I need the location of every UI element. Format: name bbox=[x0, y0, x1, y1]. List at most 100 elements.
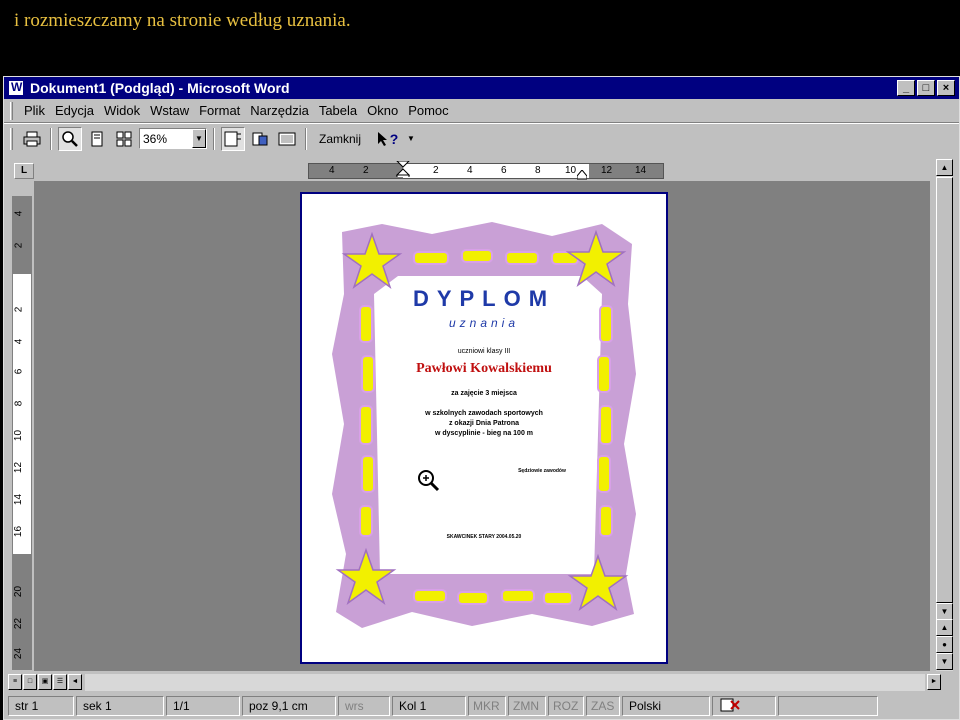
diploma-title: DYPLOM bbox=[412, 286, 556, 311]
outline-view-icon[interactable]: ☰ bbox=[53, 674, 67, 690]
ruler-tick: 4 bbox=[13, 210, 25, 217]
status-mkr[interactable]: MKR bbox=[468, 696, 506, 716]
status-zas[interactable]: ZAS bbox=[586, 696, 620, 716]
menu-plik[interactable]: Plik bbox=[19, 103, 50, 118]
view-ruler-button[interactable] bbox=[221, 126, 245, 151]
select-browse-object-icon[interactable]: ● bbox=[936, 636, 953, 653]
ruler-tick: 8 bbox=[13, 400, 25, 407]
magnifier-icon bbox=[62, 130, 78, 147]
ruler-tick: 10 bbox=[13, 429, 25, 442]
shrink-to-fit-button[interactable] bbox=[248, 127, 272, 151]
diploma-line2: za zajęcie 3 miejsca bbox=[451, 390, 517, 397]
spelling-status-cell[interactable] bbox=[712, 696, 776, 716]
menu-format[interactable]: Format bbox=[194, 103, 245, 118]
word-window: Dokument1 (Podgląd) - Microsoft Word _ □… bbox=[3, 76, 960, 720]
menu-edycja[interactable]: Edycja bbox=[50, 103, 99, 118]
ruler-tick: 2 bbox=[363, 165, 369, 176]
diploma-subtitle: uznania bbox=[448, 316, 520, 330]
ruler-tick: 4 bbox=[13, 338, 25, 345]
toolbar-options-chevron-icon[interactable]: ▼ bbox=[407, 134, 415, 143]
window-title: Dokument1 (Podgląd) - Microsoft Word bbox=[30, 80, 290, 96]
ruler-tick: 22 bbox=[13, 617, 25, 630]
spelling-book-icon bbox=[720, 698, 740, 712]
diploma-line4: z okazji Dnia Patrona bbox=[448, 420, 520, 427]
vertical-ruler[interactable]: 4 2 2 4 6 8 10 12 14 16 20 22 24 bbox=[12, 196, 32, 670]
scroll-thumb[interactable] bbox=[936, 177, 953, 603]
ruler-tick: 2 bbox=[13, 306, 25, 313]
vertical-scrollbar[interactable]: ▲ ▼ ▲ ● ▼ bbox=[936, 159, 953, 671]
preview-page[interactable]: DYPLOM uznania uczniowi klasy III Pawłow… bbox=[300, 192, 668, 664]
menu-okno[interactable]: Okno bbox=[362, 103, 403, 118]
magnifier-button[interactable] bbox=[58, 126, 82, 151]
status-section: sek 1 bbox=[76, 696, 164, 716]
toolbar-separator bbox=[213, 127, 215, 150]
normal-view-icon[interactable]: ≡ bbox=[8, 674, 22, 690]
scroll-right-arrow-icon[interactable]: ► bbox=[927, 674, 941, 690]
diploma-line3: w szkolnych zawodach sportowych bbox=[425, 410, 543, 417]
close-preview-button[interactable]: Zamknij bbox=[313, 128, 367, 150]
ruler-tick: 12 bbox=[13, 461, 25, 474]
ruler-tick: 4 bbox=[467, 165, 473, 176]
scroll-left-arrow-icon[interactable]: ◄ bbox=[68, 674, 82, 690]
status-row: wrs bbox=[338, 696, 390, 716]
ruler-tick: 20 bbox=[13, 585, 25, 598]
minimize-button[interactable]: _ bbox=[897, 80, 915, 96]
word-app-icon[interactable] bbox=[8, 80, 24, 96]
ruler-tick: 6 bbox=[13, 368, 25, 375]
right-indent-marker-icon[interactable] bbox=[577, 170, 587, 180]
chevron-down-icon[interactable]: ▼ bbox=[192, 129, 206, 148]
one-page-button[interactable] bbox=[85, 127, 109, 151]
diploma-line1: uczniowi klasy III bbox=[457, 348, 511, 355]
full-screen-button[interactable] bbox=[275, 127, 299, 151]
menu-wstaw[interactable]: Wstaw bbox=[145, 103, 194, 118]
context-help-button[interactable]: ? bbox=[370, 127, 404, 151]
zoom-select[interactable]: 36% ▼ bbox=[139, 128, 207, 149]
multiple-pages-button[interactable] bbox=[112, 127, 136, 151]
tab-selector[interactable]: L bbox=[14, 163, 34, 179]
scroll-down-arrow-icon[interactable]: ▼ bbox=[936, 603, 953, 620]
menu-widok[interactable]: Widok bbox=[99, 103, 145, 118]
ruler-tick: 24 bbox=[13, 647, 25, 660]
ruler-text-area bbox=[403, 164, 589, 178]
menu-pomoc[interactable]: Pomoc bbox=[403, 103, 453, 118]
web-layout-view-icon[interactable]: □ bbox=[23, 674, 37, 690]
ruler-icon bbox=[224, 131, 241, 146]
indent-marker-icon[interactable] bbox=[396, 161, 410, 177]
horizontal-scrollbar-row: ≡ □ ▣ ☰ ◄ ► bbox=[8, 673, 942, 691]
menu-bar: Plik Edycja Widok Wstaw Format Narzędzia… bbox=[4, 99, 959, 123]
close-window-button[interactable]: × bbox=[937, 80, 955, 96]
printer-icon bbox=[23, 131, 41, 146]
diploma-line5: w dyscyplinie - bieg na 100 m bbox=[434, 430, 534, 437]
status-position: poz 9,1 cm bbox=[242, 696, 336, 716]
status-zmn[interactable]: ZMN bbox=[508, 696, 546, 716]
next-page-icon[interactable]: ▼ bbox=[936, 653, 953, 670]
status-language[interactable]: Polski bbox=[622, 696, 710, 716]
slide-caption: i rozmieszczamy na stronie według uznani… bbox=[14, 10, 351, 31]
status-column: Kol 1 bbox=[392, 696, 466, 716]
diploma-recipient: Pawłowi Kowalskiemu bbox=[416, 361, 552, 376]
zoom-value: 36% bbox=[143, 131, 168, 146]
ruler-tick: 2 bbox=[433, 165, 439, 176]
status-page: str 1 bbox=[8, 696, 74, 716]
toolbar-grip[interactable] bbox=[10, 127, 13, 150]
ruler-tick: 14 bbox=[635, 165, 647, 176]
horizontal-ruler[interactable]: 4 2 2 4 6 8 10 12 14 bbox=[308, 161, 664, 180]
print-button[interactable] bbox=[20, 127, 44, 151]
diploma-signature: Sędziowie zawodów bbox=[518, 468, 566, 474]
multiple-pages-icon bbox=[116, 131, 132, 146]
ruler-tick: 12 bbox=[601, 165, 613, 176]
menubar-grip[interactable] bbox=[10, 101, 13, 120]
menu-tabela[interactable]: Tabela bbox=[314, 103, 362, 118]
status-roz[interactable]: ROZ bbox=[548, 696, 584, 716]
print-layout-view-icon[interactable]: ▣ bbox=[38, 674, 52, 690]
title-bar[interactable]: Dokument1 (Podgląd) - Microsoft Word _ □… bbox=[4, 77, 959, 99]
ruler-tick: 4 bbox=[329, 165, 335, 176]
scroll-up-arrow-icon[interactable]: ▲ bbox=[936, 159, 953, 176]
previous-page-icon[interactable]: ▲ bbox=[936, 619, 953, 636]
magnifier-cursor-icon bbox=[418, 470, 440, 492]
menu-narzedzia[interactable]: Narzędzia bbox=[245, 103, 314, 118]
horizontal-scroll-track[interactable] bbox=[85, 673, 925, 691]
shrink-to-fit-icon bbox=[252, 132, 268, 145]
status-empty-cell bbox=[778, 696, 878, 716]
maximize-button[interactable]: □ bbox=[917, 80, 935, 96]
